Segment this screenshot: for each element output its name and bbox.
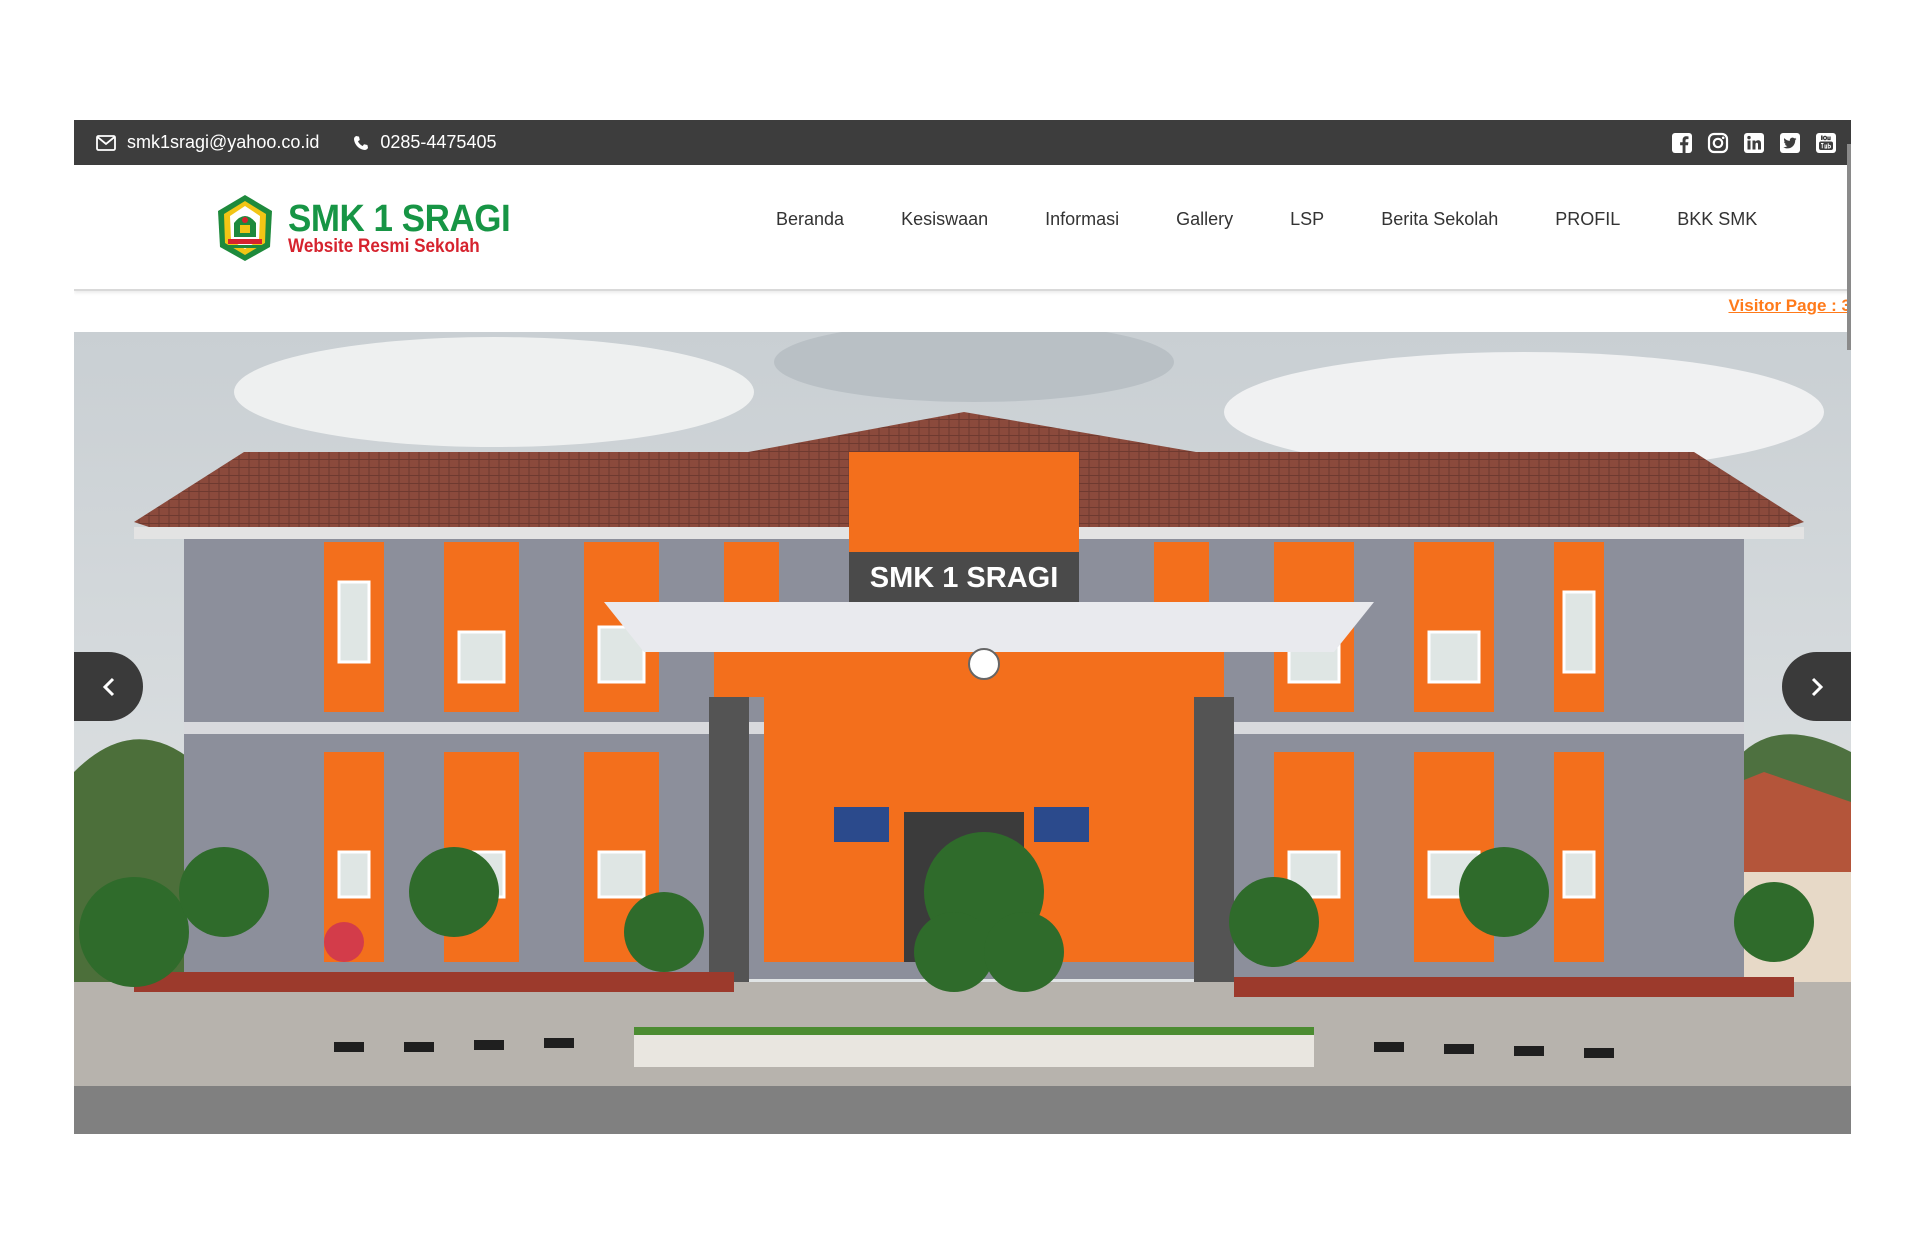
nav-bkk-smk[interactable]: BKK SMK — [1677, 209, 1757, 230]
slider-prev-button[interactable] — [74, 652, 143, 721]
phone-contact[interactable]: 0285-4475405 — [353, 132, 496, 153]
linkedin-icon[interactable] — [1743, 132, 1765, 154]
nav-beranda[interactable]: Beranda — [776, 209, 844, 230]
email-text[interactable]: smk1sragi@yahoo.co.id — [127, 132, 319, 153]
social-links — [1671, 132, 1837, 154]
instagram-icon[interactable] — [1707, 132, 1729, 154]
email-contact[interactable]: smk1sragi@yahoo.co.id — [96, 132, 319, 153]
phone-text[interactable]: 0285-4475405 — [380, 132, 496, 153]
school-emblem-icon — [218, 195, 272, 261]
chevron-right-icon — [1811, 677, 1823, 696]
site-header: SMK 1 SRAGI Website Resmi Sekolah Berand… — [74, 165, 1851, 291]
nav-lsp[interactable]: LSP — [1290, 209, 1324, 230]
visitor-counter-link[interactable]: Visitor Page : 3 — [1728, 296, 1851, 316]
phone-icon — [354, 135, 369, 150]
youtube-icon[interactable] — [1815, 132, 1837, 154]
school-tagline: Website Resmi Sekolah — [288, 235, 480, 257]
building-sign-text: SMK 1 SRAGI — [870, 562, 1059, 594]
nav-berita-sekolah[interactable]: Berita Sekolah — [1381, 209, 1498, 230]
school-building-photo: SMK 1 SRAGI — [74, 332, 1851, 1086]
nav-kesiswaan[interactable]: Kesiswaan — [901, 209, 988, 230]
school-name: SMK 1 SRAGI — [288, 197, 511, 240]
page-frame: smk1sragi@yahoo.co.id 0285-4475405 SMK 1… — [74, 120, 1851, 1134]
chevron-left-icon — [102, 677, 114, 696]
facebook-icon[interactable] — [1671, 132, 1693, 154]
nav-gallery[interactable]: Gallery — [1176, 209, 1233, 230]
envelope-icon — [96, 134, 116, 151]
site-logo[interactable]: SMK 1 SRAGI Website Resmi Sekolah — [214, 193, 530, 263]
vertical-scrollbar[interactable] — [1847, 144, 1851, 350]
nav-profil[interactable]: PROFIL — [1555, 209, 1620, 230]
nav-informasi[interactable]: Informasi — [1045, 209, 1119, 230]
main-nav: Beranda Kesiswaan Informasi Gallery LSP … — [776, 209, 1757, 230]
slider-next-button[interactable] — [1782, 652, 1851, 721]
logo-text: SMK 1 SRAGI Website Resmi Sekolah — [288, 200, 530, 257]
top-bar: smk1sragi@yahoo.co.id 0285-4475405 — [74, 120, 1851, 165]
twitter-icon[interactable] — [1779, 132, 1801, 154]
hero-slider: SMK 1 SRAGI — [74, 332, 1851, 1134]
